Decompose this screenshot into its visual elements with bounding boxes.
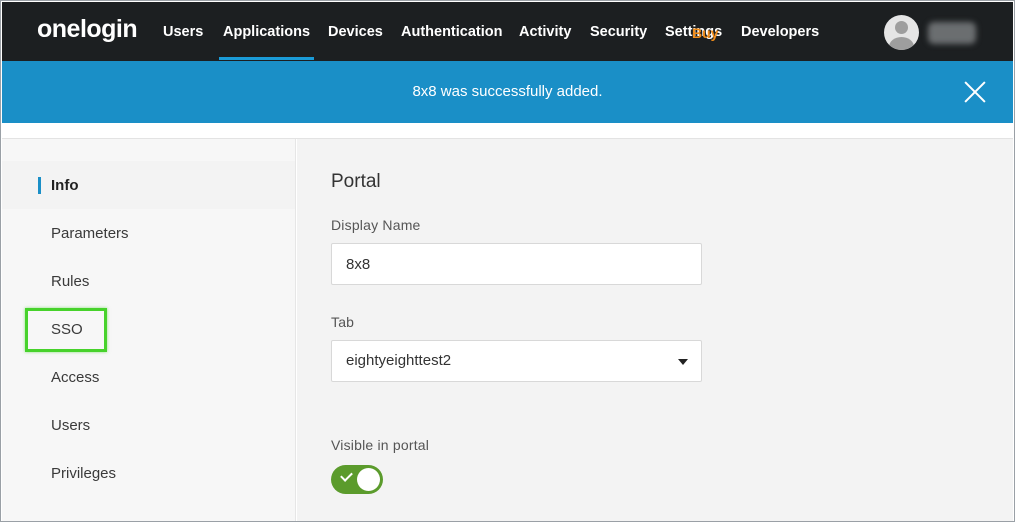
divider [2, 123, 1013, 139]
display-name-input[interactable] [331, 243, 702, 285]
sidebar-item-info[interactable]: Info [51, 177, 79, 194]
toggle-knob [357, 468, 380, 491]
sidebar-item-access[interactable]: Access [51, 369, 99, 386]
onelogin-logo[interactable]: onelogin [37, 15, 138, 44]
tab-select[interactable]: eightyeighttest2 [331, 340, 702, 382]
nav-activity[interactable]: Activity [519, 24, 571, 40]
nav-settings[interactable]: Settings [665, 24, 722, 40]
banner-message: 8x8 was successfully added. [412, 83, 603, 100]
nav-security[interactable]: Security [590, 24, 647, 40]
username-redacted[interactable] [928, 22, 976, 44]
app-settings-sidebar: Info Parameters Rules SSO Access Users P… [2, 139, 296, 521]
avatar-head [895, 21, 908, 34]
nav-devices[interactable]: Devices [328, 24, 383, 40]
sidebar-active-marker [38, 177, 41, 194]
sidebar-item-users[interactable]: Users [51, 417, 90, 434]
close-icon[interactable] [964, 81, 986, 103]
sidebar-active-background [2, 161, 295, 209]
avatar-body [889, 37, 914, 50]
caret-down-icon [678, 359, 688, 365]
tab-select-value: eightyeighttest2 [346, 352, 452, 369]
tab-label: Tab [331, 314, 355, 330]
main-content: Portal Display Name Tab eightyeighttest2… [297, 139, 1013, 521]
nav-users[interactable]: Users [163, 24, 203, 40]
visible-in-portal-toggle[interactable] [331, 465, 383, 494]
sidebar-item-parameters[interactable]: Parameters [51, 225, 129, 242]
visible-in-portal-label: Visible in portal [331, 437, 430, 453]
user-avatar-icon[interactable] [884, 15, 919, 50]
nav-developers[interactable]: Developers [741, 24, 819, 40]
sidebar-item-rules[interactable]: Rules [51, 273, 89, 290]
section-title: Portal [331, 171, 381, 192]
nav-authentication[interactable]: Authentication [401, 24, 503, 40]
sidebar-item-privileges[interactable]: Privileges [51, 465, 116, 482]
sidebar-item-sso[interactable]: SSO [51, 321, 83, 338]
checkmark-icon [340, 469, 353, 482]
app-window: onelogin Users Applications Devices Auth… [0, 0, 1015, 522]
display-name-label: Display Name [331, 217, 421, 233]
nav-applications[interactable]: Applications [218, 24, 315, 60]
top-navigation-bar: onelogin Users Applications Devices Auth… [2, 2, 1013, 61]
success-banner: 8x8 was successfully added. [2, 61, 1013, 123]
